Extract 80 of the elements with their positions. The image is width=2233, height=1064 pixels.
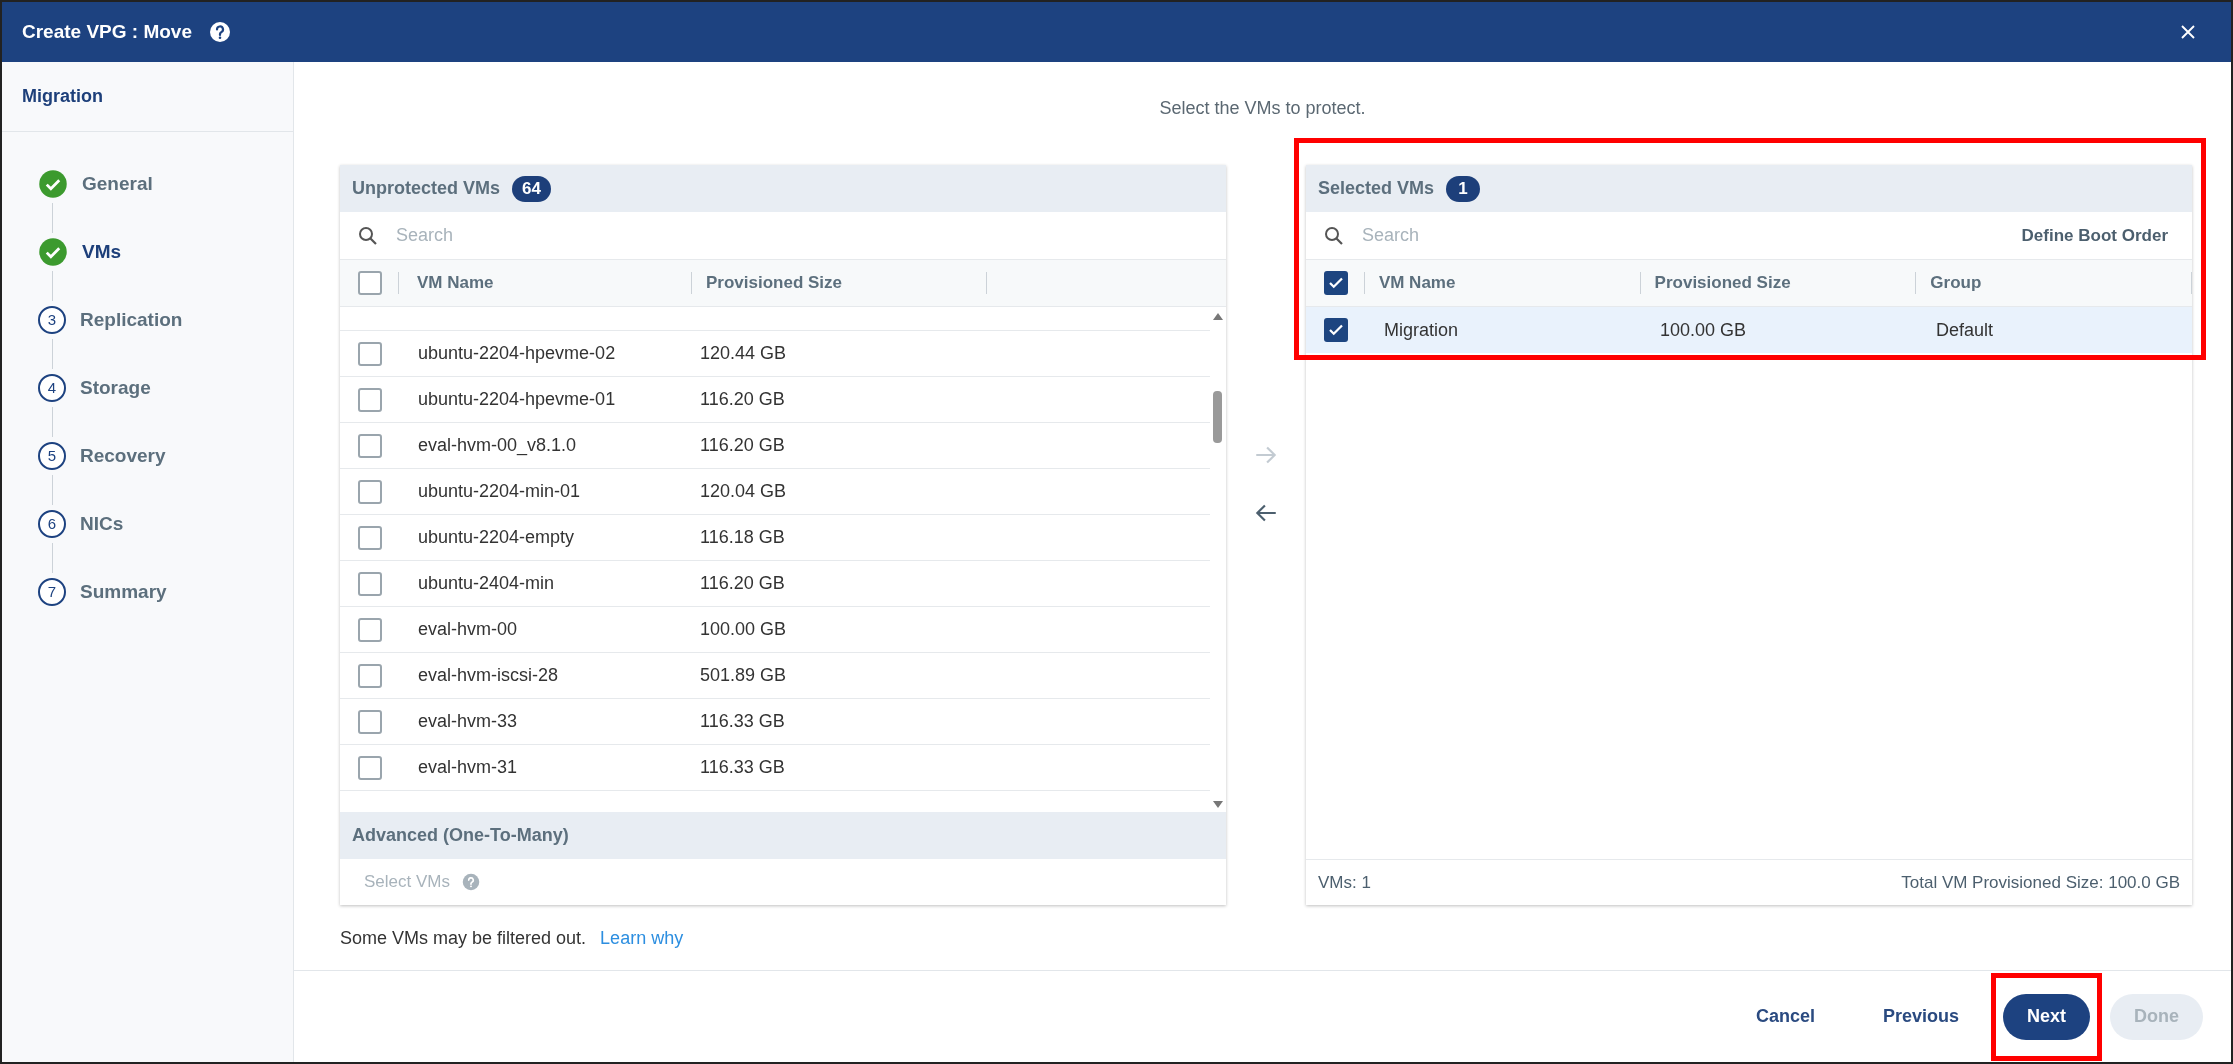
panel-title: Selected VMs: [1318, 177, 1435, 200]
vm-name-cell-text: ubuntu-2204-empty: [418, 526, 576, 549]
wizard-step[interactable]: General: [38, 165, 153, 203]
size-cell-text: 116.18 GB: [700, 526, 785, 549]
wizard-step[interactable]: 7 Summary: [38, 573, 167, 611]
step-number: 6: [38, 510, 66, 538]
checkbox[interactable]: [358, 709, 382, 734]
checkbox[interactable]: [1324, 271, 1348, 295]
column-header[interactable]: VM Name: [1378, 270, 1640, 296]
filter-note: Some VMs may be filtered out.: [340, 927, 587, 950]
checkbox[interactable]: [358, 271, 382, 295]
vm-name-cell-text: eval-hvm-00: [418, 618, 519, 641]
checkbox[interactable]: [358, 433, 382, 458]
step-number: 3: [38, 306, 66, 334]
size-cell-text: 116.20 GB: [700, 572, 785, 595]
primary-button[interactable]: Next: [2003, 993, 2090, 1040]
vm-name-cell-text: ubuntu-2204-min-01: [418, 480, 582, 503]
vm-name-cell-text: eval-hvm-iscsi-28: [418, 664, 560, 687]
define-boot-order-button[interactable]: Define Boot Order: [2021, 222, 2168, 249]
vm-name-cell-text: Migration: [1384, 318, 1460, 342]
size-cell-text: 116.33 GB: [700, 756, 785, 779]
column-header[interactable]: VM Name: [417, 270, 675, 296]
step-number: 7: [38, 578, 66, 606]
column-header[interactable]: Group: [1930, 270, 2192, 296]
step-number: 5: [38, 442, 66, 470]
scroll-down-icon[interactable]: [1212, 800, 1224, 810]
wizard-step[interactable]: 3 Replication: [38, 301, 183, 339]
section-title: Advanced (One-To-Many): [352, 824, 569, 847]
checkbox[interactable]: [358, 387, 382, 412]
instruction-text: Select the VMs to protect.: [1159, 97, 1366, 120]
checkbox[interactable]: [358, 571, 382, 596]
wizard-step[interactable]: 4 Storage: [38, 369, 151, 407]
column-header[interactable]: Provisioned Size: [1654, 270, 1916, 296]
size-cell-text: 116.20 GB: [700, 434, 785, 457]
checkbox[interactable]: [358, 341, 382, 366]
close-icon: [2179, 23, 2197, 41]
size-cell-text: 116.20 GB: [700, 388, 785, 411]
search-field[interactable]: Search: [1362, 222, 2006, 249]
wizard-step[interactable]: 6 NICs: [38, 505, 124, 543]
vm-name-cell-text: eval-hvm-33: [418, 710, 519, 733]
step-number: 4: [38, 374, 66, 402]
text-button[interactable]: Previous: [1858, 993, 1983, 1040]
search-field[interactable]: Search: [396, 222, 1210, 249]
vm-count-text: VMs: 1: [1318, 871, 1371, 894]
size-cell-text: 120.04 GB: [700, 480, 787, 503]
scroll-up-icon[interactable]: [1212, 311, 1224, 321]
size-cell-text: 120.44 GB: [700, 342, 787, 365]
checkbox[interactable]: [358, 663, 382, 688]
size-cell-text: 100.00 GB: [700, 618, 787, 641]
group-cell-text: Default: [1936, 318, 1994, 342]
column-header[interactable]: Provisioned Size: [706, 270, 986, 296]
vm-name-cell-text: ubuntu-2204-hpevme-02: [418, 342, 617, 365]
checkbox[interactable]: [358, 525, 382, 550]
count-badge: 64: [512, 175, 551, 202]
checkbox[interactable]: [358, 755, 382, 780]
help-icon: [462, 873, 480, 891]
wizard-step[interactable]: 5 Recovery: [38, 437, 166, 475]
vm-name-cell-text: ubuntu-2404-min: [418, 572, 556, 595]
panel-title: Unprotected VMs: [352, 177, 501, 200]
select-vms-label: Select VMs: [364, 871, 450, 894]
primary-button: Done: [2110, 993, 2203, 1040]
total-size-text: Total VM Provisioned Size: 100.0 GB: [1901, 871, 2180, 894]
check-icon: [38, 237, 68, 267]
vm-name-cell-text: eval-hvm-00_v8.1.0: [418, 434, 578, 458]
text-button[interactable]: Cancel: [1731, 993, 1839, 1040]
checkbox[interactable]: [358, 617, 382, 642]
sidebar-title: Migration: [22, 85, 103, 108]
check-icon: [38, 169, 68, 199]
wizard-step[interactable]: VMs: [38, 233, 122, 271]
help-icon: [208, 20, 232, 44]
size-cell-text: 501.89 GB: [700, 664, 787, 687]
count-badge: 1: [1446, 175, 1481, 202]
checkbox[interactable]: [1324, 318, 1348, 342]
size-cell-text: 116.33 GB: [700, 710, 785, 733]
vm-name-cell-text: ubuntu-2204-hpevme-01: [418, 388, 617, 411]
scrollbar-thumb[interactable]: [1213, 391, 1222, 443]
window-title: Create VPG : Move: [22, 19, 192, 44]
size-cell-text: 100.00 GB: [1660, 318, 1748, 342]
checkbox[interactable]: [358, 479, 382, 504]
vm-name-cell-text: eval-hvm-31: [418, 756, 519, 779]
